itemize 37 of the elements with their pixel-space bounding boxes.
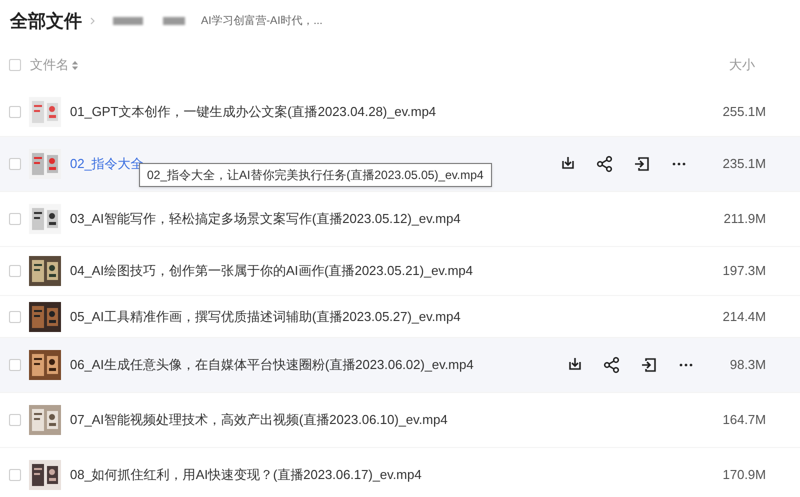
file-name[interactable]: 05_AI工具精准作画，撰写优质描述词辅助(直播2023.05.27)_ev.mp4 <box>70 306 461 326</box>
file-name[interactable]: 01_GPT文本创作，一键生成办公文案(直播2023.04.28)_ev.mp4 <box>70 102 436 122</box>
file-row[interactable]: 06_AI生成任意头像，在自媒体平台快速圈粉(直播2023.06.02)_ev.mp4 98.3M <box>0 338 800 393</box>
share-icon[interactable] <box>602 356 621 374</box>
row-checkbox[interactable] <box>9 469 21 481</box>
file-size: 235.1M <box>722 155 766 174</box>
file-size: 211.9M <box>724 210 766 228</box>
file-name[interactable]: 03_AI智能写作，轻松搞定多场景文案写作(直播2023.05.12)_ev.mp4 <box>70 209 461 229</box>
chevron-right-icon <box>90 17 95 25</box>
column-header: 大小 <box>729 56 755 74</box>
page-title: 全部文件 <box>10 10 82 32</box>
tooltip: 02_指令大全，让AI替你完美执行任务(直播2023.05.05)_ev.mp4 <box>139 163 492 187</box>
file-name[interactable]: 04_AI绘图技巧，创作第一张属于你的AI画作(直播2023.05.21)_ev.mp4 <box>70 261 473 281</box>
file-size: 214.4M <box>722 308 766 326</box>
row-checkbox[interactable] <box>9 106 21 118</box>
row-checkbox[interactable] <box>9 414 21 426</box>
file-size: 164.7M <box>722 411 766 430</box>
blurred-breadcrumb <box>163 17 185 25</box>
row-checkbox[interactable] <box>9 265 21 277</box>
row-checkbox[interactable] <box>9 158 21 170</box>
move-to-folder-icon[interactable] <box>640 356 658 374</box>
file-size: 255.1M <box>722 103 766 122</box>
sort-icon[interactable] <box>72 60 78 70</box>
file-size: 170.9M <box>722 466 766 484</box>
file-name[interactable]: 06_AI生成任意头像，在自媒体平台快速圈粉(直播2023.06.02)_ev.mp4 <box>70 355 474 375</box>
row-checkbox[interactable] <box>9 359 21 371</box>
select-all-checkbox[interactable] <box>9 59 21 71</box>
breadcrumb-link[interactable]: AI学习创富营-AI时代，... <box>201 12 323 30</box>
blurred-breadcrumb <box>113 17 143 25</box>
row-checkbox[interactable] <box>9 213 21 225</box>
move-to-folder-icon[interactable] <box>632 155 651 173</box>
share-icon[interactable] <box>596 155 614 173</box>
file-size: 98.3M <box>730 356 766 374</box>
row-checkbox[interactable] <box>9 310 21 322</box>
file-name[interactable]: 07_AI智能视频处理技术，高效产出视频(直播2023.06.10)_ev.mp4 <box>70 410 448 430</box>
file-name[interactable]: 08_如何抓住红利，用AI快速变现？(直播2023.06.17)_ev.mp4 <box>70 465 422 485</box>
file-size: 197.3M <box>722 262 766 280</box>
